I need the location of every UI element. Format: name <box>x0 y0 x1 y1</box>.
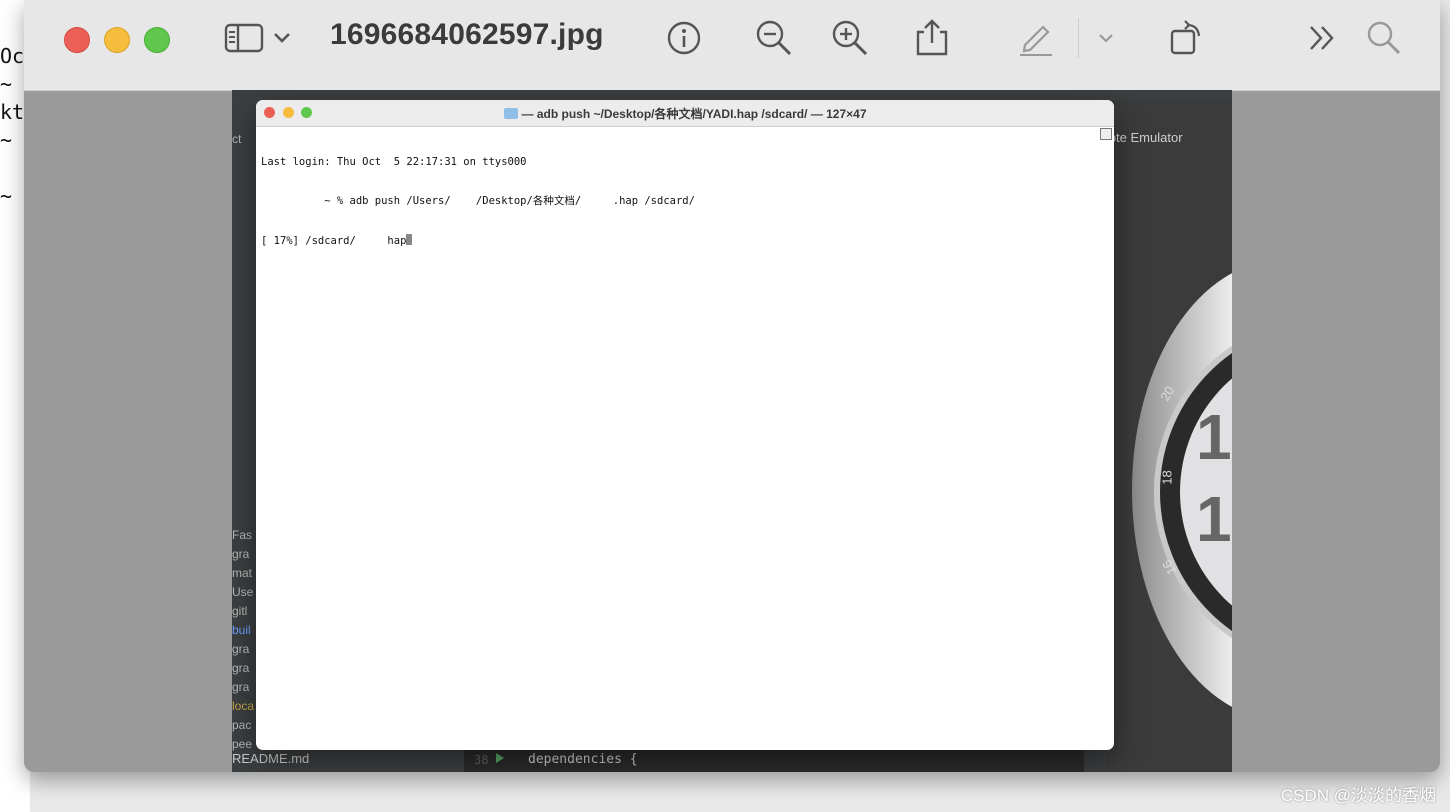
terminal-line: [ 17%] /sdcard/ hap <box>261 234 695 248</box>
toolbar-separator <box>1078 18 1079 58</box>
project-tree-item: Fas <box>232 528 253 542</box>
bezel-label: 18 <box>1159 470 1175 485</box>
info-icon[interactable] <box>664 18 704 58</box>
project-tree-item: gra <box>232 642 250 656</box>
terminal-window: — adb push ~/Desktop/各种文档/YADI.hap /sdca… <box>256 100 1114 750</box>
preview-window: 1696684062597.jpg ct Fas gra mat Use git… <box>24 0 1440 772</box>
more-icon[interactable] <box>1302 18 1342 58</box>
background-terminal-line: ~ <box>0 184 13 208</box>
terminal-line-text: [ 17%] /sdcard/ hap <box>261 235 407 247</box>
chevron-down-icon[interactable] <box>270 18 294 58</box>
project-tree-item: loca <box>232 699 255 713</box>
background-terminal-line: ~ <box>0 128 13 152</box>
project-tree-item: ct <box>232 132 242 146</box>
share-icon[interactable] <box>912 18 952 58</box>
run-arrow-icon <box>496 753 504 763</box>
search-icon[interactable] <box>1364 18 1404 58</box>
document-title: 1696684062597.jpg <box>330 18 604 51</box>
code-editor-line: 38 dependencies { <box>464 750 1084 772</box>
terminal-line: Last login: Thu Oct 5 22:17:31 on ttys00… <box>261 156 527 168</box>
folder-icon <box>503 108 518 119</box>
screenshot-image: ct Fas gra mat Use gitl buil gra gra gra… <box>232 90 1232 772</box>
terminal-title: — adb push ~/Desktop/各种文档/YADI.hap /sdca… <box>256 105 1114 122</box>
project-tree-item: pee <box>232 737 253 751</box>
project-tree-item: gra <box>232 547 250 561</box>
project-tree-item: pac <box>232 718 252 732</box>
project-tree-item: Use <box>232 585 254 599</box>
zoom-button[interactable] <box>144 27 170 53</box>
zoom-in-icon[interactable] <box>830 18 870 58</box>
code-text: dependencies { <box>528 752 638 767</box>
preview-toolbar: 1696684062597.jpg <box>24 0 1440 91</box>
markup-pen-icon[interactable] <box>1016 18 1056 58</box>
watch-hour-digit: 1 <box>1196 401 1232 473</box>
readme-file: README.md <box>232 751 310 766</box>
scrollbar-button[interactable] <box>1100 128 1112 140</box>
markup-chevron-down-icon[interactable] <box>1094 18 1118 58</box>
zoom-out-icon[interactable] <box>754 18 794 58</box>
terminal-title-text: — adb push ~/Desktop/各种文档/YADI.hap /sdca… <box>521 107 867 121</box>
background-terminal-line: ~ <box>0 72 13 96</box>
project-tree-item: buil <box>232 623 251 637</box>
project-tree-item: gra <box>232 680 250 694</box>
rotate-icon[interactable] <box>1166 18 1206 58</box>
terminal-output[interactable]: Last login: Thu Oct 5 22:17:31 on ttys00… <box>261 130 695 274</box>
project-tree-item: mat <box>232 566 253 580</box>
watch-minute-digit: 1 <box>1196 483 1232 555</box>
background-terminal-line: Oc <box>0 44 25 68</box>
background-terminal-line: kt <box>0 100 25 124</box>
terminal-line: ~ % adb push /Users/ /Desktop/各种文档/ .hap… <box>261 195 695 207</box>
line-number: 38 <box>474 753 489 767</box>
project-tree-item: gra <box>232 661 250 675</box>
sidebar-toggle-icon[interactable] <box>224 18 264 58</box>
terminal-titlebar: — adb push ~/Desktop/各种文档/YADI.hap /sdca… <box>256 100 1114 127</box>
close-button[interactable] <box>64 27 90 53</box>
cursor-icon <box>406 234 413 245</box>
watermark: CSDN @淡淡的香烟 <box>1280 786 1436 805</box>
minimize-button[interactable] <box>104 27 130 53</box>
project-tree-item: gitl <box>232 604 248 618</box>
